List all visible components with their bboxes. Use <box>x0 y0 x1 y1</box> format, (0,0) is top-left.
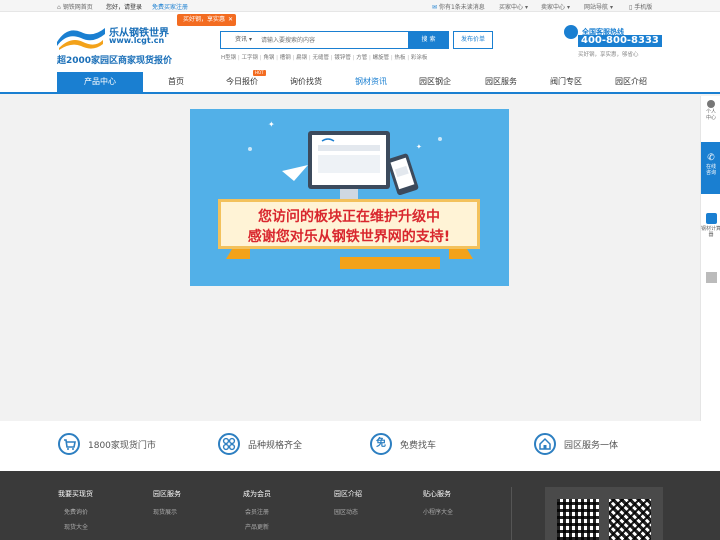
footer-link[interactable]: 产品更新 <box>243 522 271 531</box>
banner-panel: 您访问的板块正在维护升级中 感谢您对乐从钢铁世界网的支持! <box>218 199 480 249</box>
banner-line-2: 感谢您对乐从钢铁世界网的支持! <box>247 229 451 245</box>
hot-keyword-link[interactable]: 角钢 <box>263 55 274 61</box>
promo-tag[interactable]: 买好钢，享实惠 ✕ <box>177 14 236 26</box>
sidebar-personal-center[interactable]: 个人中心 <box>701 98 720 138</box>
hot-keyword-link[interactable]: 扁钢 <box>296 55 307 61</box>
maintenance-banner: ✦ ✦ 您访问的板块正在维护升级中 感谢您对乐从钢铁世界网的支持! <box>190 109 509 286</box>
logo-mark-icon <box>57 28 105 50</box>
chevron-down-icon: ▾ <box>609 4 613 11</box>
hot-keyword-link[interactable]: 热板 <box>395 55 406 61</box>
header: 乐从钢铁世界 www.lcgt.cn 超2000家园区商家现货报价 资讯 ▾ 搜… <box>0 12 720 72</box>
hotline-number: 400-800-8333 <box>578 35 662 47</box>
nav-item-today-quotes[interactable]: 今日报价 HOT <box>217 70 267 92</box>
qr-panel <box>545 487 663 540</box>
sidebar-online-consult[interactable]: ✆ 在线咨询 <box>701 142 720 194</box>
search-button[interactable]: 搜 索 <box>408 31 449 49</box>
nav-item-valve-zone[interactable]: 阀门专区 <box>543 72 589 92</box>
qrcode-icon <box>705 272 717 283</box>
cart-icon <box>58 433 80 455</box>
park-icon <box>534 433 556 455</box>
sidebar-calculator[interactable]: 钢材计算器 <box>701 212 720 252</box>
hot-keyword-link[interactable]: 镀锌管 <box>334 55 351 61</box>
nav-item-park-services[interactable]: 园区服务 <box>478 72 524 92</box>
search-input[interactable] <box>261 34 401 46</box>
hot-keyword-link[interactable]: 槽钢 <box>280 55 291 61</box>
free-icon: 免 <box>370 433 392 455</box>
hot-keywords: H型钢 | 工字钢 | 角钢 | 槽钢 | 扁钢 | 无缝管 | 镀锌管 | 方… <box>221 53 427 61</box>
home-link[interactable]: ⌂ 钢铁网首页 <box>57 2 93 11</box>
hotline-tagline: 买好钢，享实惠，够省心 <box>578 52 639 58</box>
hot-keyword-link[interactable]: 彩涂板 <box>411 55 428 61</box>
footer-link[interactable]: 会员注册 <box>243 507 271 516</box>
phone-icon: ✆ <box>707 153 715 163</box>
footer: 我要买现货 免费询价 现货大全 园区服务 现货展示 成为会员 会员注册 产品更新… <box>0 471 720 540</box>
svg-text:✦: ✦ <box>416 143 422 151</box>
qrcode-icon <box>557 499 599 540</box>
nav-item-home[interactable]: 首页 <box>153 72 199 92</box>
nav-item-steel-news[interactable]: 钢材资讯 <box>348 72 394 92</box>
hot-keyword-link[interactable]: 方管 <box>356 55 367 61</box>
search-box: 资讯 ▾ 搜 索 <box>220 31 449 49</box>
close-icon[interactable]: ✕ <box>228 14 233 26</box>
search-category-select[interactable]: 资讯 ▾ <box>221 32 259 48</box>
calculator-icon <box>705 213 717 224</box>
qrcode-icon <box>609 499 651 540</box>
hot-keyword-link[interactable]: 螺旋管 <box>373 55 390 61</box>
main-nav: 产品中心 首页 今日报价 HOT 询价找货 钢材资讯 园区钢企 园区服务 阀门专… <box>0 70 720 94</box>
features-strip: 1800家现货门市 品种规格齐全 免 免费找车 园区服务一体 <box>0 421 720 471</box>
footer-link[interactable]: 免费询价 <box>58 507 93 516</box>
register-link[interactable]: 免费买家注册 <box>152 2 188 11</box>
footer-col-care: 贴心服务 小程序大全 <box>423 490 454 516</box>
phone-icon: ▯ <box>629 4 633 11</box>
sidebar-qr[interactable] <box>701 272 720 286</box>
top-bar: ⌂ 钢铁网首页 您好，请登录 免费买家注册 ✉ 你有1条未读消息 买家中心 ▾ … <box>0 0 720 12</box>
grid-icon <box>218 433 240 455</box>
footer-link[interactable]: 园区动态 <box>334 507 362 516</box>
seller-center-menu[interactable]: 卖家中心 ▾ <box>541 2 570 11</box>
messages-link[interactable]: ✉ 你有1条未读消息 <box>432 2 485 11</box>
site-nav-menu[interactable]: 网站导航 ▾ <box>584 2 613 11</box>
chevron-down-icon: ▾ <box>566 4 570 11</box>
logo-slogan: 超2000家园区商家现货报价 <box>57 56 173 66</box>
hot-keyword-link[interactable]: 工字钢 <box>242 55 259 61</box>
footer-link[interactable]: 小程序大全 <box>423 507 453 516</box>
hot-keyword-link[interactable]: H型钢 <box>221 55 236 61</box>
footer-col-buy: 我要买现货 免费询价 现货大全 <box>58 490 93 531</box>
login-link[interactable]: 您好，请登录 <box>106 2 142 11</box>
footer-divider <box>511 487 512 540</box>
main-content: ✦ ✦ 您访问的板块正在维护升级中 感谢您对乐从钢铁世界网的支持! <box>0 96 700 421</box>
logo-url: www.lcgt.cn <box>109 36 165 45</box>
footer-col-services: 园区服务 现货展示 <box>153 490 181 516</box>
footer-link[interactable]: 现货展示 <box>153 507 181 516</box>
hot-badge: HOT <box>253 70 266 76</box>
home-icon: ⌂ <box>57 4 61 11</box>
nav-item-park-companies[interactable]: 园区钢企 <box>412 72 458 92</box>
chevron-down-icon: ▾ <box>524 4 528 11</box>
footer-col-member: 成为会员 会员注册 产品更新 <box>243 490 271 531</box>
nav-item-product-center[interactable]: 产品中心 <box>57 72 143 92</box>
footer-link[interactable]: 现货大全 <box>58 522 93 531</box>
mail-icon: ✉ <box>432 4 438 11</box>
buyer-center-menu[interactable]: 买家中心 ▾ <box>499 2 528 11</box>
footer-col-intro: 园区介绍 园区动态 <box>334 490 362 516</box>
user-icon <box>707 100 715 108</box>
nav-item-inquiry[interactable]: 询价找货 <box>283 72 329 92</box>
hotline[interactable]: 全国客服热线 400-800-8333 买好钢，享实惠，够省心 <box>556 25 664 67</box>
hot-keyword-link[interactable]: 无缝管 <box>313 55 330 61</box>
logo[interactable]: 乐从钢铁世界 www.lcgt.cn 超2000家园区商家现货报价 <box>57 24 182 66</box>
banner-line-1: 您访问的板块正在维护升级中 <box>258 209 440 225</box>
nav-item-park-intro[interactable]: 园区介绍 <box>608 72 654 92</box>
svg-text:✦: ✦ <box>268 120 275 129</box>
service-agent-icon <box>564 25 578 39</box>
publish-button[interactable]: 发布价单 <box>453 31 493 49</box>
chevron-down-icon: ▾ <box>248 36 252 43</box>
banner-ribbon <box>340 257 440 269</box>
mobile-link[interactable]: ▯ 手机版 <box>629 2 652 11</box>
